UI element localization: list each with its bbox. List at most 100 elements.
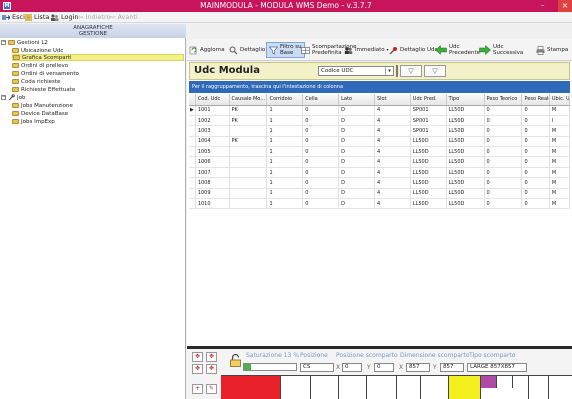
table-cell[interactable]: 1	[266, 115, 304, 127]
table-cell[interactable]: 1	[266, 188, 304, 200]
table-cell[interactable]: 4	[374, 167, 411, 179]
login-menu-item[interactable]: Login	[50, 13, 79, 21]
column-header-tipo[interactable]: Tipo	[446, 94, 485, 106]
table-cell[interactable]: 0	[484, 198, 523, 210]
column-header-udc-pred[interactable]: Udc Pred.	[410, 94, 447, 106]
table-cell[interactable]: LL50D	[446, 156, 485, 168]
table-cell[interactable]: 1003	[195, 125, 230, 137]
table-cell[interactable]: D	[338, 146, 375, 158]
table-cell[interactable]: 0	[484, 136, 523, 148]
udc-precedente-button[interactable]: Udc Precedente	[435, 42, 480, 58]
table-cell[interactable]: 0	[521, 125, 550, 137]
table-cell[interactable]: 0	[302, 125, 340, 137]
compartment-cell-selected[interactable]	[221, 376, 281, 399]
table-cell[interactable]: 4	[374, 198, 411, 210]
table-cell[interactable]: M	[549, 125, 571, 137]
table-cell[interactable]: D	[338, 198, 375, 210]
tree-item-jobs-impexp[interactable]: Jobs ImpExp	[12, 118, 55, 125]
compartment-cell[interactable]	[367, 376, 397, 399]
table-cell[interactable]: SP001	[410, 125, 447, 137]
table-cell[interactable]: M	[549, 198, 571, 210]
table-row[interactable]: ▶ 1001 PK 1 0 D 4 SP001 LL50D 0 0 M	[189, 105, 571, 116]
table-cell[interactable]: 1	[266, 125, 304, 137]
table-cell[interactable]	[229, 146, 268, 158]
table-cell[interactable]: 0	[521, 136, 550, 148]
tree-root-job[interactable]: − Job	[1, 94, 25, 101]
aggiorna-button[interactable]: Aggiorna	[189, 42, 225, 58]
clear-filter-button[interactable]: ▽	[424, 65, 446, 77]
avanti-menu-item[interactable]: ⇨ Avanti	[110, 13, 138, 21]
table-cell[interactable]: 0	[302, 115, 340, 127]
table-cell[interactable]: LL50D	[446, 177, 485, 189]
table-cell[interactable]: 1006	[195, 156, 230, 168]
table-cell[interactable]: M	[549, 177, 571, 189]
table-row[interactable]: 1006 1 0 D 4 LL50D LL50D 0 0 M	[189, 156, 571, 168]
lock-icon[interactable]	[230, 354, 241, 367]
table-cell[interactable]: LL50D	[410, 188, 447, 200]
table-row[interactable]: 1004 PK 1 0 D 4 LL50D LL50D 0 0 M	[189, 136, 571, 148]
table-cell[interactable]: 1	[266, 136, 304, 148]
table-cell[interactable]: 4	[374, 115, 411, 127]
table-cell[interactable]: 0	[484, 125, 523, 137]
compartment-cell[interactable]	[497, 376, 513, 388]
table-cell[interactable]: 4	[374, 136, 411, 148]
table-cell[interactable]: M	[549, 188, 571, 200]
group-by-bar[interactable]: Per il raggruppamento, trascina qui l'in…	[189, 81, 570, 93]
table-cell[interactable]: D	[338, 177, 375, 189]
header-gestione[interactable]: GESTIONE	[0, 31, 186, 37]
table-cell[interactable]	[229, 167, 268, 179]
column-header-cod-udc[interactable]: Cod. Udc	[195, 94, 230, 106]
table-cell[interactable]: 0	[521, 115, 550, 127]
table-cell[interactable]: 0	[521, 105, 550, 116]
chevron-down-icon[interactable]: ▾	[385, 67, 393, 75]
compartment-cell-yellow[interactable]	[449, 376, 481, 399]
compartment-cell[interactable]	[281, 376, 311, 399]
table-cell[interactable]: 1	[266, 177, 304, 189]
table-cell[interactable]: D	[338, 156, 375, 168]
table-cell[interactable]: 0	[521, 146, 550, 158]
table-cell[interactable]: LL50D	[446, 188, 485, 200]
tree-item-ordini-prelievo[interactable]: Ordini di prelievo	[12, 62, 68, 69]
table-cell[interactable]: 0	[302, 198, 340, 210]
tree-item-coda-richieste[interactable]: Coda richieste	[12, 78, 60, 85]
table-cell[interactable]	[229, 188, 268, 200]
table-cell[interactable]: 4	[374, 188, 411, 200]
table-cell[interactable]: LL50D	[410, 156, 447, 168]
table-cell[interactable]: 0	[521, 177, 550, 189]
tree-item-richieste-effettuate[interactable]: Richieste Effettuate	[12, 86, 75, 93]
table-cell[interactable]: SP001	[410, 115, 447, 127]
table-cell[interactable]: PK	[229, 105, 268, 116]
apply-filter-button[interactable]: ▽	[400, 65, 422, 77]
minimize-button[interactable]: –	[541, 1, 545, 9]
table-cell[interactable]: 0	[302, 156, 340, 168]
tree-item-grafica-scomparti[interactable]: Grafica Scomparti	[12, 54, 184, 61]
table-row[interactable]: 1009 1 0 D 4 LL50D LL50D 0 0 M	[189, 188, 571, 200]
table-cell[interactable]: 0	[302, 188, 340, 200]
column-header-slot[interactable]: Slot	[374, 94, 411, 106]
compartment-cell[interactable]	[339, 376, 367, 399]
table-cell[interactable]: 1005	[195, 146, 230, 158]
tree-item-jobs-manutenzione[interactable]: Jobs Manutenzione	[12, 102, 73, 109]
table-cell[interactable]: 1	[266, 167, 304, 179]
table-cell[interactable]: 0	[521, 167, 550, 179]
table-cell[interactable]	[229, 125, 268, 137]
table-cell[interactable]: 1010	[195, 198, 230, 210]
close-button[interactable]: ×	[558, 0, 572, 12]
table-cell[interactable]: PK	[229, 115, 268, 127]
immediato-button[interactable]: Immediato ▾	[344, 42, 389, 58]
table-cell[interactable]: LL50D	[446, 105, 485, 116]
compartment-cell[interactable]	[513, 376, 529, 399]
table-cell[interactable]: M	[549, 146, 571, 158]
table-cell[interactable]: PK	[229, 136, 268, 148]
table-cell[interactable]: 0	[484, 167, 523, 179]
table-cell[interactable]: 1009	[195, 188, 230, 200]
table-cell[interactable]: M	[549, 167, 571, 179]
column-header-peso-teorico[interactable]: Peso Teorico	[484, 94, 523, 106]
table-cell[interactable]: LL50D	[446, 146, 485, 158]
collapse-icon[interactable]: −	[1, 40, 6, 45]
table-cell[interactable]: 1	[266, 105, 304, 116]
tree-item-ubicazione-udc[interactable]: Ubicazione Udc	[12, 47, 63, 54]
table-cell[interactable]: 0	[484, 156, 523, 168]
table-cell[interactable]	[229, 198, 268, 210]
tree-item-device-database[interactable]: Device DataBase	[12, 110, 68, 117]
